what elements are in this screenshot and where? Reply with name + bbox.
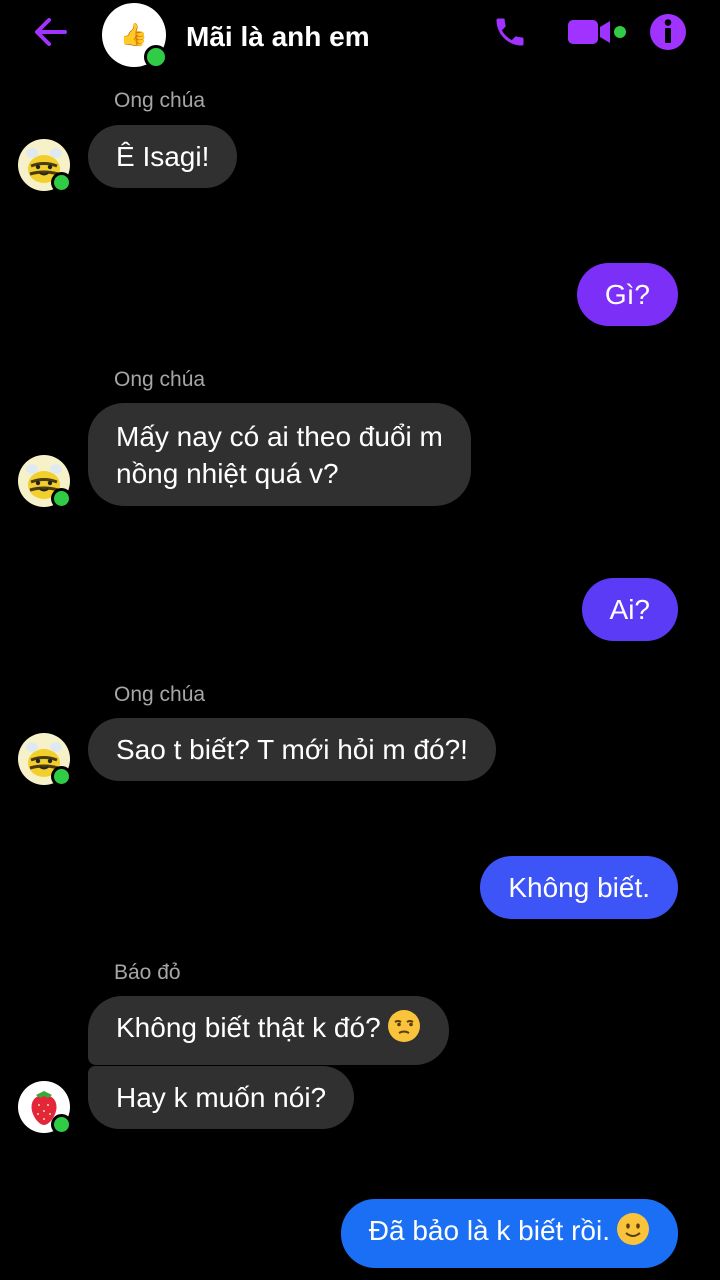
- message-text: Đã bảo là k biết rồi.: [368, 1215, 610, 1246]
- message-bubble-incoming[interactable]: Không biết thật k đó?: [88, 996, 449, 1065]
- message-bubble-outgoing[interactable]: Gì?: [576, 263, 678, 326]
- bee-avatar[interactable]: [18, 455, 72, 509]
- unamused-face-icon: [387, 1009, 421, 1052]
- online-status-dot: [51, 1114, 72, 1135]
- slightly-smiling-face-icon: [616, 1212, 650, 1255]
- message-bubble-incoming[interactable]: Hay k muốn nói?: [88, 1066, 355, 1129]
- message-text: Gì?: [604, 279, 650, 310]
- message-text: Không biết.: [508, 872, 650, 903]
- phone-icon: [492, 14, 528, 55]
- group-avatar[interactable]: 👍: [102, 3, 168, 69]
- message-bubble-outgoing[interactable]: Ai?: [581, 578, 678, 641]
- back-arrow-icon: [31, 16, 69, 53]
- bee-avatar[interactable]: [18, 139, 72, 193]
- back-button[interactable]: [28, 14, 72, 54]
- chat-title[interactable]: Mãi là anh em: [186, 20, 370, 54]
- message-bubble-incoming[interactable]: Sao t biết? T mới hỏi m đó?!: [88, 718, 496, 781]
- info-icon: [649, 13, 687, 56]
- online-status-dot: [144, 45, 168, 69]
- info-button[interactable]: [646, 12, 690, 56]
- message-bubble-incoming[interactable]: Ê Isagi!: [88, 125, 238, 188]
- online-status-dot: [51, 172, 72, 193]
- sender-name: Ong chúa: [114, 89, 206, 112]
- strawberry-avatar[interactable]: [18, 1081, 72, 1135]
- video-camera-icon: [566, 14, 630, 55]
- message-text: Ai?: [609, 594, 650, 625]
- chat-screen: 👍 Mãi là anh em Ong chúa Ê Isagi! Gì? On…: [0, 0, 720, 1280]
- message-text: Không biết thật k đó?: [116, 1012, 381, 1043]
- message-text: Ê Isagi!: [116, 141, 210, 172]
- thumbs-up-icon: 👍: [120, 22, 148, 47]
- sender-name: Ong chúa: [114, 683, 206, 706]
- online-status-dot: [51, 766, 72, 787]
- voice-call-button[interactable]: [488, 12, 532, 56]
- bee-avatar[interactable]: [18, 733, 72, 787]
- message-text-line: nồng nhiệt quá v?: [116, 458, 339, 489]
- sender-name: Ong chúa: [114, 368, 206, 391]
- video-call-button[interactable]: [566, 12, 630, 56]
- sender-name: Báo đỏ: [114, 961, 181, 984]
- message-bubble-outgoing[interactable]: Không biết.: [480, 856, 678, 919]
- message-text-line: Mấy nay có ai theo đuổi m: [116, 421, 443, 452]
- chat-header: 👍 Mãi là anh em: [0, 0, 720, 72]
- message-text: Hay k muốn nói?: [116, 1082, 327, 1113]
- message-bubble-incoming[interactable]: Mấy nay có ai theo đuổi m nồng nhiệt quá…: [88, 403, 471, 506]
- online-status-dot: [51, 488, 72, 509]
- message-bubble-outgoing[interactable]: Đã bảo là k biết rồi.: [340, 1199, 678, 1268]
- message-text: Sao t biết? T mới hỏi m đó?!: [116, 734, 468, 765]
